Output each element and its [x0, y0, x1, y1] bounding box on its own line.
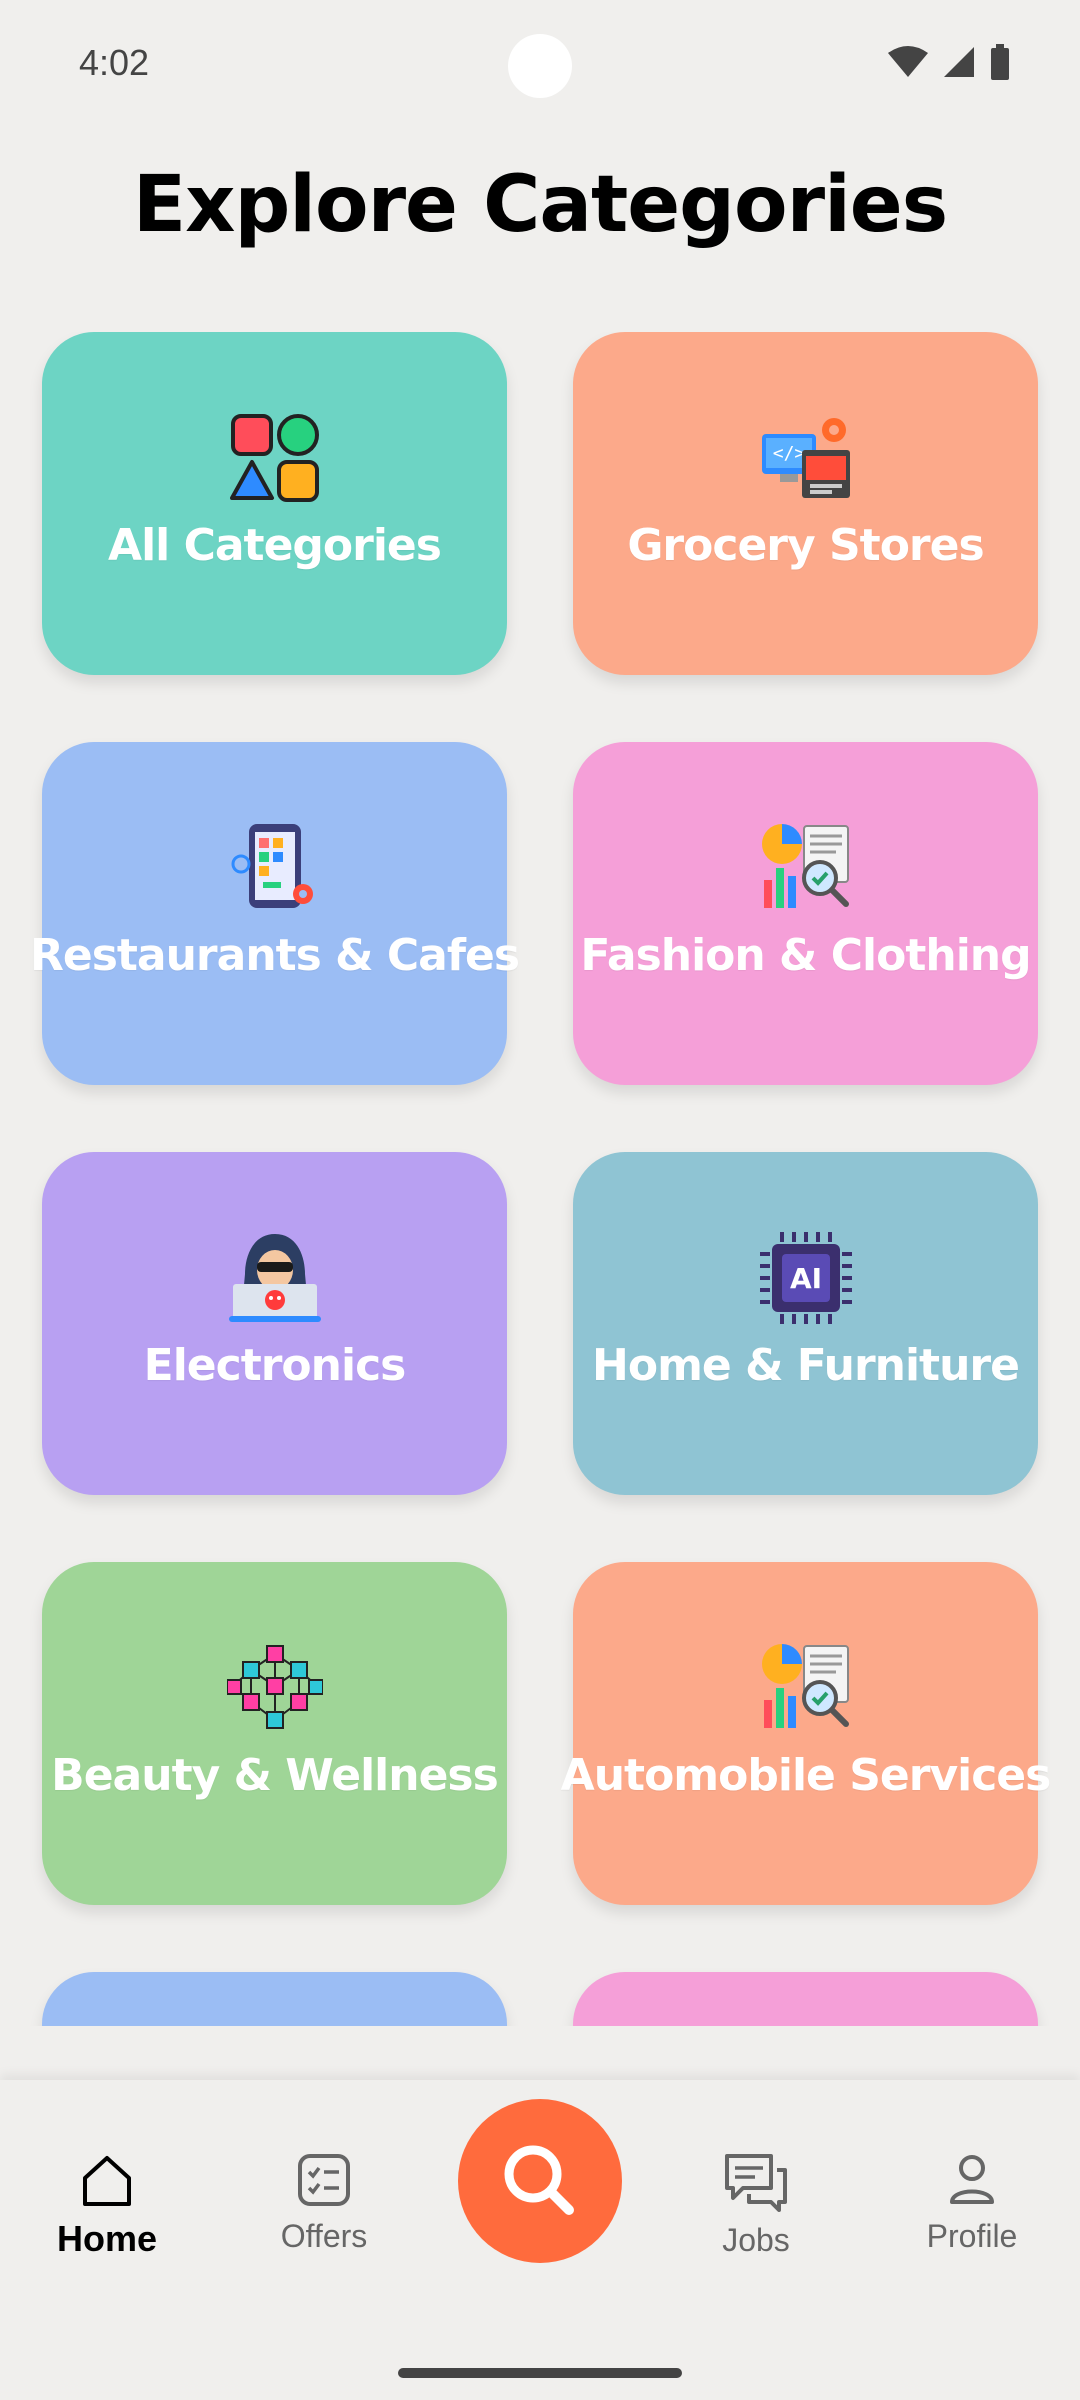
category-label: Beauty & Wellness	[51, 1750, 499, 1801]
category-label: Fashion & Clothing	[580, 930, 1031, 981]
category-label: All Categories	[108, 520, 442, 571]
category-card-grocery-stores[interactable]: </> Grocery Stores	[573, 332, 1038, 675]
category-label: Home & Furniture	[592, 1340, 1020, 1391]
category-label: Automobile Services	[560, 1750, 1052, 1801]
nav-offers-label: Offers	[280, 2218, 368, 2254]
category-card-partial[interactable]	[573, 1972, 1038, 2026]
person-icon	[950, 2155, 994, 2204]
network-cubes-icon	[226, 1645, 323, 1729]
category-card-automobile-services[interactable]: Automobile Services	[561, 1562, 1051, 1905]
category-label: Electronics	[143, 1340, 407, 1391]
wifi-icon	[888, 46, 928, 77]
category-card-restaurants-cafes[interactable]: Restaurants & Cafes	[30, 742, 520, 1085]
home-icon	[83, 2156, 131, 2206]
category-card-electronics[interactable]: Electronics	[42, 1152, 507, 1495]
chat-icon	[725, 2154, 787, 2212]
analytics-icon	[761, 824, 849, 908]
status-time: 4:02	[79, 42, 150, 83]
shapes-icon	[229, 414, 319, 502]
nav-profile-label: Profile	[926, 2218, 1018, 2254]
svg-text:AI: AI	[789, 1262, 821, 1295]
search-icon	[504, 2145, 574, 2215]
category-label: Grocery Stores	[627, 520, 984, 571]
category-card-fashion-clothing[interactable]: Fashion & Clothing	[573, 742, 1038, 1085]
status-icons	[888, 44, 1010, 80]
camera-cutout	[508, 34, 572, 98]
checklist-icon	[298, 2154, 350, 2206]
search-button[interactable]	[458, 2099, 622, 2263]
cellular-icon	[944, 47, 974, 77]
category-card-home-furniture[interactable]: AI Home & Furniture	[573, 1152, 1038, 1495]
ai-chip-icon: AI	[759, 1232, 852, 1324]
nav-profile[interactable]: Profile	[902, 2150, 1042, 2255]
gesture-bar[interactable]	[398, 2368, 682, 2378]
mobile-app-icon	[231, 824, 313, 908]
analytics-icon	[761, 1644, 849, 1728]
status-bar: 4:02	[0, 0, 1080, 130]
battery-icon	[991, 44, 1009, 80]
nav-home[interactable]: Home	[37, 2150, 177, 2260]
category-grid[interactable]: All Categories </> Grocery Stores Restau…	[0, 332, 1080, 2026]
nav-offers[interactable]: Offers	[254, 2150, 394, 2255]
category-label: Restaurants & Cafes	[29, 930, 520, 981]
category-card-all-categories[interactable]: All Categories	[42, 332, 507, 675]
page-title: Explore Categories	[132, 160, 948, 250]
svg-text:</>: </>	[772, 443, 805, 464]
category-card-beauty-wellness[interactable]: Beauty & Wellness	[42, 1562, 507, 1905]
nav-jobs[interactable]: Jobs	[686, 2150, 826, 2259]
nav-jobs-label: Jobs	[722, 2222, 790, 2258]
web-dev-icon: </>	[761, 418, 850, 498]
nav-home-label: Home	[56, 2218, 158, 2259]
category-card-partial[interactable]	[42, 1972, 507, 2026]
hacker-icon	[228, 1234, 321, 1322]
